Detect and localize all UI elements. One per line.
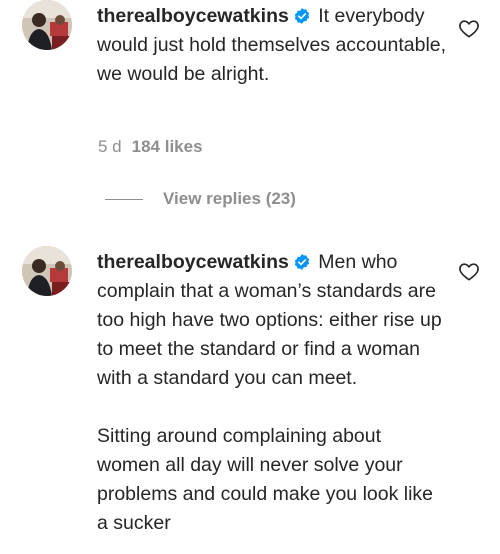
avatar-image (22, 0, 72, 50)
comment-age: 5 d (98, 137, 122, 156)
comment-meta: 5 d 184 likes (98, 137, 203, 157)
avatar-image (22, 246, 72, 296)
view-replies-button[interactable]: View replies (23) (105, 189, 296, 209)
username-link[interactable]: therealboycewatkins (97, 5, 289, 27)
comment-body: therealboycewatkins It everybody would j… (97, 2, 447, 89)
replies-divider-line (105, 198, 143, 200)
like-heart-icon[interactable] (458, 18, 480, 38)
comment-body: therealboycewatkins Men who complain tha… (97, 248, 447, 538)
verified-badge-icon (294, 8, 309, 24)
avatar[interactable] (22, 246, 72, 296)
verified-badge-icon (294, 254, 309, 270)
comment-text: Men who complain that a woman’s standard… (97, 251, 442, 534)
view-replies-label: View replies (23) (163, 189, 296, 208)
avatar[interactable] (22, 0, 72, 50)
likes-count[interactable]: 184 likes (132, 137, 203, 156)
username-link[interactable]: therealboycewatkins (97, 251, 289, 273)
like-heart-icon[interactable] (458, 261, 480, 281)
